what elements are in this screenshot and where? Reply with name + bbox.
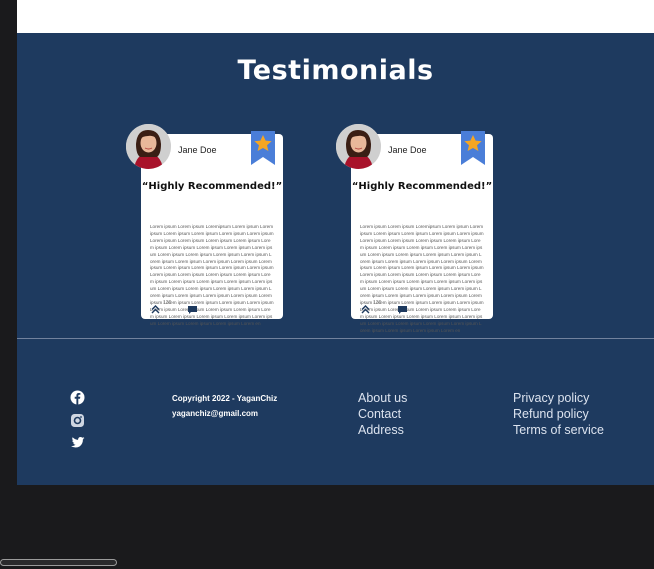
author-name: Jane Doe (178, 145, 217, 155)
card-actions: 130 (361, 299, 421, 314)
upvote-icon[interactable] (361, 299, 370, 314)
footer-link-terms-of-service[interactable]: Terms of service (513, 423, 604, 437)
copyright-text: Copyright 2022 - YaganChiz (172, 394, 278, 403)
footer-link-contact[interactable]: Contact (358, 407, 401, 421)
footer-link-privacy-policy[interactable]: Privacy policy (513, 391, 589, 405)
testimonial-body: Lorem ipsum Lorem ipsum Loremipsum Lorem… (150, 224, 274, 326)
star-ribbon-icon (251, 131, 275, 165)
upvote-icon[interactable] (151, 299, 160, 314)
comment-icon[interactable] (398, 299, 407, 314)
page-top-white-area (17, 0, 654, 33)
testimonial-quote: “Highly Recommended!” (351, 181, 493, 192)
instagram-icon[interactable] (70, 413, 85, 428)
comment-icon[interactable] (188, 299, 197, 314)
card-actions: 130 (151, 299, 211, 314)
facebook-icon[interactable] (70, 390, 85, 405)
testimonial-body: Lorem ipsum Lorem ipsum Loremipsum Lorem… (360, 224, 484, 333)
testimonial-quote: “Highly Recommended!” (141, 181, 283, 192)
avatar (126, 124, 171, 169)
testimonial-card: Jane Doe “Highly Recommended!” Lorem ips… (336, 124, 493, 333)
testimonials-section: Testimonials Jane Doe “Highly Recommende… (17, 33, 654, 485)
testimonial-card: Jane Doe “Highly Recommended!” Lorem ips… (126, 124, 283, 326)
footer-divider (17, 338, 654, 339)
author-name: Jane Doe (388, 145, 427, 155)
footer-link-about-us[interactable]: About us (358, 391, 407, 405)
email-text: yaganchiz@gmail.com (172, 409, 259, 418)
upvote-count: 130 (163, 300, 172, 306)
horizontal-scrollbar[interactable] (0, 559, 117, 566)
avatar (336, 124, 381, 169)
twitter-icon[interactable] (70, 435, 85, 450)
footer-link-refund-policy[interactable]: Refund policy (513, 407, 589, 421)
upvote-count: 130 (373, 300, 382, 306)
testimonials-heading: Testimonials (237, 55, 434, 86)
star-ribbon-icon (461, 131, 485, 165)
footer-link-address[interactable]: Address (358, 423, 404, 437)
